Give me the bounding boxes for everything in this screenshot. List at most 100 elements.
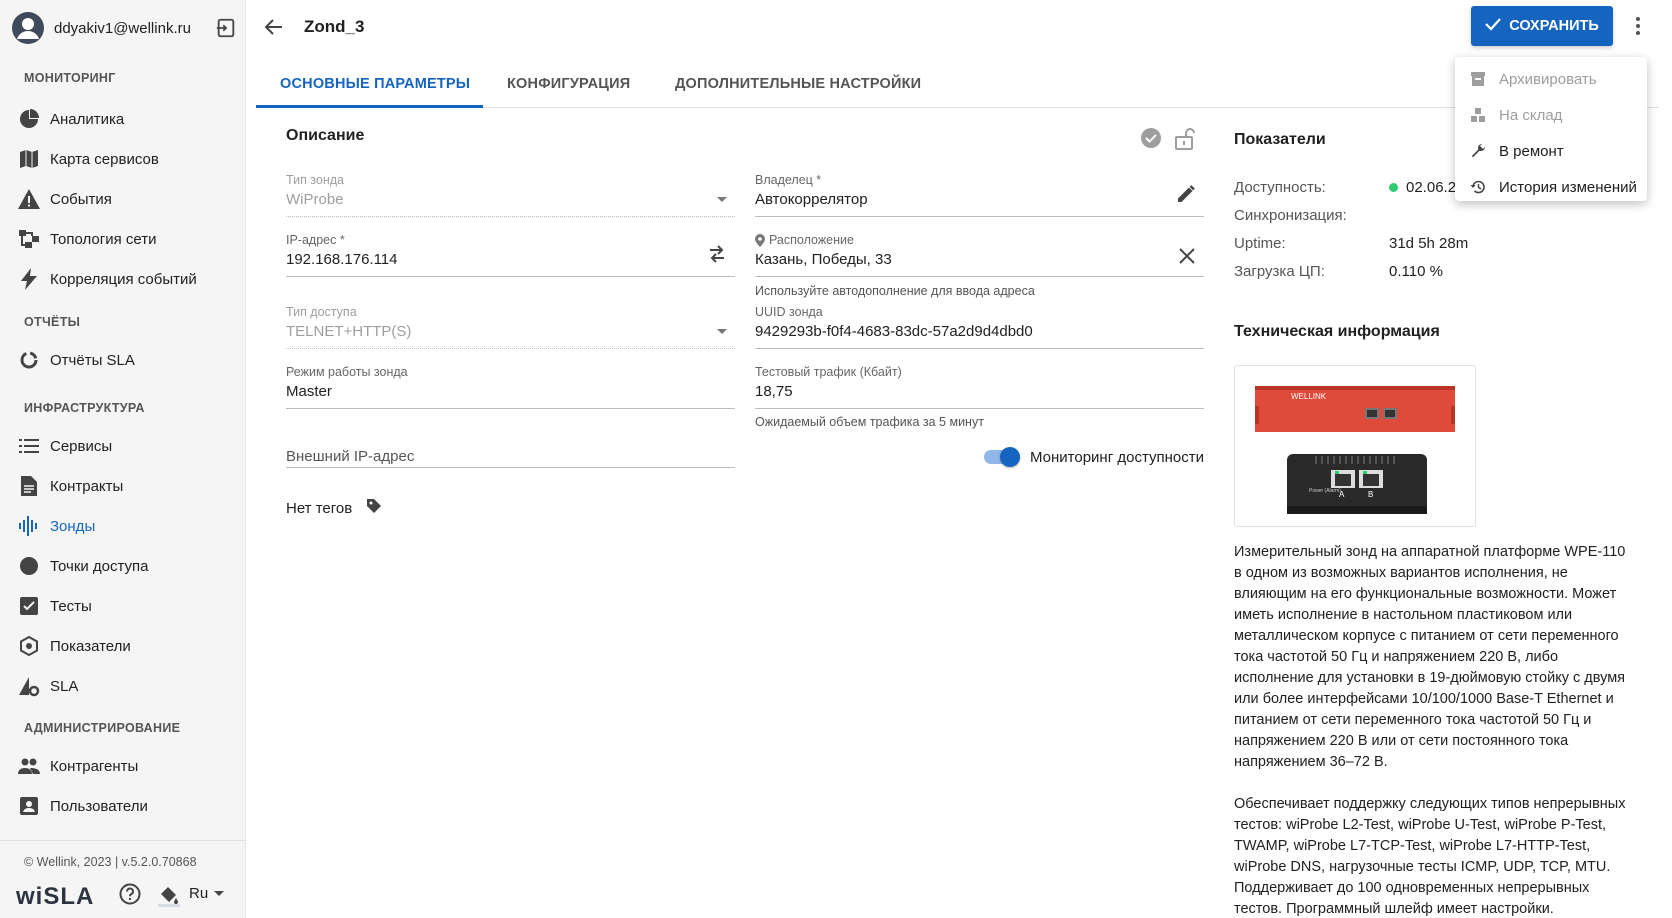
access-type-select: Тип доступа TELNET+HTTP(S)	[286, 305, 735, 349]
menu-item-repair[interactable]: В ремонт	[1455, 133, 1647, 169]
list-icon	[18, 435, 40, 457]
sidebar-item-service-map[interactable]: Карта сервисов	[0, 139, 246, 179]
chevron-down-icon	[214, 891, 225, 896]
sidebar-item-label: Отчёты SLA	[50, 351, 135, 369]
sidebar-item-events[interactable]: События	[0, 179, 246, 219]
user-email: ddyakiv1@wellink.ru	[54, 19, 191, 37]
menu-item-history[interactable]: История изменений	[1455, 169, 1647, 205]
sidebar-item-sla-reports[interactable]: Отчёты SLA	[0, 340, 246, 380]
section-infrastructure: ИНФРАСТРУКТУРА	[24, 401, 145, 415]
language-select[interactable]: Ru	[189, 885, 225, 902]
monitoring-toggle-label: Мониторинг доступности	[1030, 448, 1204, 466]
map-icon	[18, 148, 40, 170]
tags-empty-text: Нет тегов	[286, 499, 353, 517]
tab-configuration[interactable]: КОНФИГУРАЦИЯ	[507, 76, 630, 92]
uuid-value: 9429293b-f0f4-4683-83dc-57a2d9d4dbd0	[755, 323, 1033, 340]
sidebar-item-topology[interactable]: Топология сети	[0, 219, 246, 259]
tab-main-params[interactable]: ОСНОВНЫЕ ПАРАМЕТРЫ	[280, 76, 470, 92]
swap-icon[interactable]	[707, 244, 727, 269]
sidebar-item-users[interactable]: Пользователи	[0, 786, 246, 826]
sidebar-item-label: Контракты	[50, 477, 124, 495]
sidebar-item-event-correlation[interactable]: Корреляция событий	[0, 259, 246, 299]
section-administration: АДМИНИСТРИРОВАНИЕ	[24, 721, 181, 735]
section-monitoring: МОНИТОРИНГ	[24, 71, 116, 85]
sidebar-item-probes[interactable]: Зонды	[0, 506, 246, 546]
sidebar-item-analytics[interactable]: Аналитика	[0, 99, 246, 139]
probe-mode-value: Master	[286, 383, 332, 400]
sidebar-item-counterparties[interactable]: Контрагенты	[0, 746, 246, 786]
tech-paragraph: Обеспечивает поддержку следующих типов н…	[1234, 796, 1626, 917]
ip-address-field[interactable]: IP-адрес * 192.168.176.114	[286, 233, 735, 277]
more-vert-icon[interactable]	[1627, 14, 1649, 38]
uuid-field[interactable]: UUID зонда 9429293b-f0f4-4683-83dc-57a2d…	[755, 305, 1204, 349]
help-icon[interactable]	[119, 883, 141, 905]
sidebar-item-label: Показатели	[50, 637, 131, 655]
document-icon	[18, 475, 40, 497]
sidebar-item-contracts[interactable]: Контракты	[0, 466, 246, 506]
access-type-value: TELNET+HTTP(S)	[286, 323, 412, 340]
pencil-icon[interactable]	[1176, 184, 1196, 209]
logout-icon[interactable]	[214, 16, 238, 40]
clear-icon[interactable]	[1178, 247, 1196, 270]
user-card-icon	[18, 795, 40, 817]
menu-item-label: Архивировать	[1499, 70, 1597, 88]
save-button-label: СОХРАНИТЬ	[1509, 18, 1599, 34]
paint-bucket-icon[interactable]	[158, 885, 180, 907]
warehouse-icon	[1469, 106, 1487, 124]
uptime-value: 31d 5h 28m	[1389, 235, 1469, 252]
probe-mode-field[interactable]: Режим работы зонда Master	[286, 365, 735, 409]
sidebar-item-tests[interactable]: Тесты	[0, 586, 246, 626]
sidebar-item-sla[interactable]: SLA	[0, 666, 246, 706]
sidebar-item-access-points[interactable]: Точки доступа	[0, 546, 246, 586]
check-circle-icon[interactable]	[1140, 127, 1162, 156]
device-brand: WELLINK	[1291, 392, 1327, 401]
checkbox-icon	[18, 595, 40, 617]
sidebar-footer: © Wellink, 2023 | v.5.2.0.70868 wiSLA Ru	[0, 840, 246, 918]
status-dot	[1389, 183, 1398, 192]
check-icon	[1485, 17, 1502, 35]
bolt-icon	[18, 268, 40, 290]
availability-date: 02.06.2	[1406, 179, 1457, 196]
access-type-label: Тип доступа	[286, 305, 357, 319]
monitoring-toggle[interactable]	[984, 447, 1020, 467]
language-value: Ru	[189, 885, 209, 902]
archive-icon	[1469, 70, 1487, 88]
sidebar-item-label: Зонды	[50, 517, 96, 535]
tags-row: Нет тегов	[286, 498, 382, 518]
device-power-label: Power (Alarm)	[1309, 488, 1341, 494]
external-ip-field[interactable]: Внешний IP-адрес	[286, 436, 735, 468]
device-port-a: A	[1339, 490, 1345, 499]
history-icon	[1469, 178, 1487, 196]
back-arrow-icon[interactable]	[262, 15, 286, 39]
topology-icon	[18, 228, 40, 250]
cpu-value: 0.110 %	[1389, 263, 1443, 280]
test-traffic-field[interactable]: Тестовый трафик (Кбайт) 18,75	[755, 365, 1204, 409]
tab-additional-settings[interactable]: ДОПОЛНИТЕЛЬНЫЕ НАСТРОЙКИ	[675, 76, 921, 92]
uptime-label: Uptime:	[1234, 235, 1286, 252]
owner-field[interactable]: Владелец * Автокоррелятор	[755, 173, 1204, 217]
probe-mode-label: Режим работы зонда	[286, 365, 408, 379]
location-field[interactable]: Расположение Казань, Победы, 33	[755, 233, 1204, 277]
section-reports: ОТЧЁТЫ	[24, 315, 81, 329]
donut-chart-icon	[18, 349, 40, 371]
ip-address-value: 192.168.176.114	[286, 251, 398, 268]
menu-item-to-warehouse[interactable]: На склад	[1455, 97, 1647, 133]
chevron-down-icon	[717, 197, 727, 202]
active-tab-indicator	[256, 105, 483, 108]
device-image: WELLINK Power (Alarm) A B	[1234, 365, 1476, 527]
lock-open-icon[interactable]	[1174, 127, 1196, 156]
menu-item-archive[interactable]: Архивировать	[1455, 61, 1647, 97]
location-pin-icon	[755, 234, 765, 252]
external-ip-placeholder: Внешний IP-адрес	[286, 448, 415, 465]
more-actions-menu: Архивировать На склад В ремонт История и…	[1455, 57, 1647, 201]
tag-icon[interactable]	[366, 498, 382, 518]
save-button[interactable]: СОХРАНИТЬ	[1471, 6, 1613, 46]
sidebar-item-services[interactable]: Сервисы	[0, 426, 246, 466]
monitoring-toggle-row: Мониторинг доступности	[984, 447, 1204, 467]
avatar[interactable]	[12, 12, 44, 44]
menu-item-label: История изменений	[1499, 178, 1637, 196]
sidebar-item-metrics[interactable]: Показатели	[0, 626, 246, 666]
probe-icon	[18, 515, 40, 537]
sidebar-item-label: Корреляция событий	[50, 270, 197, 288]
availability-value: 02.06.2	[1389, 179, 1456, 196]
